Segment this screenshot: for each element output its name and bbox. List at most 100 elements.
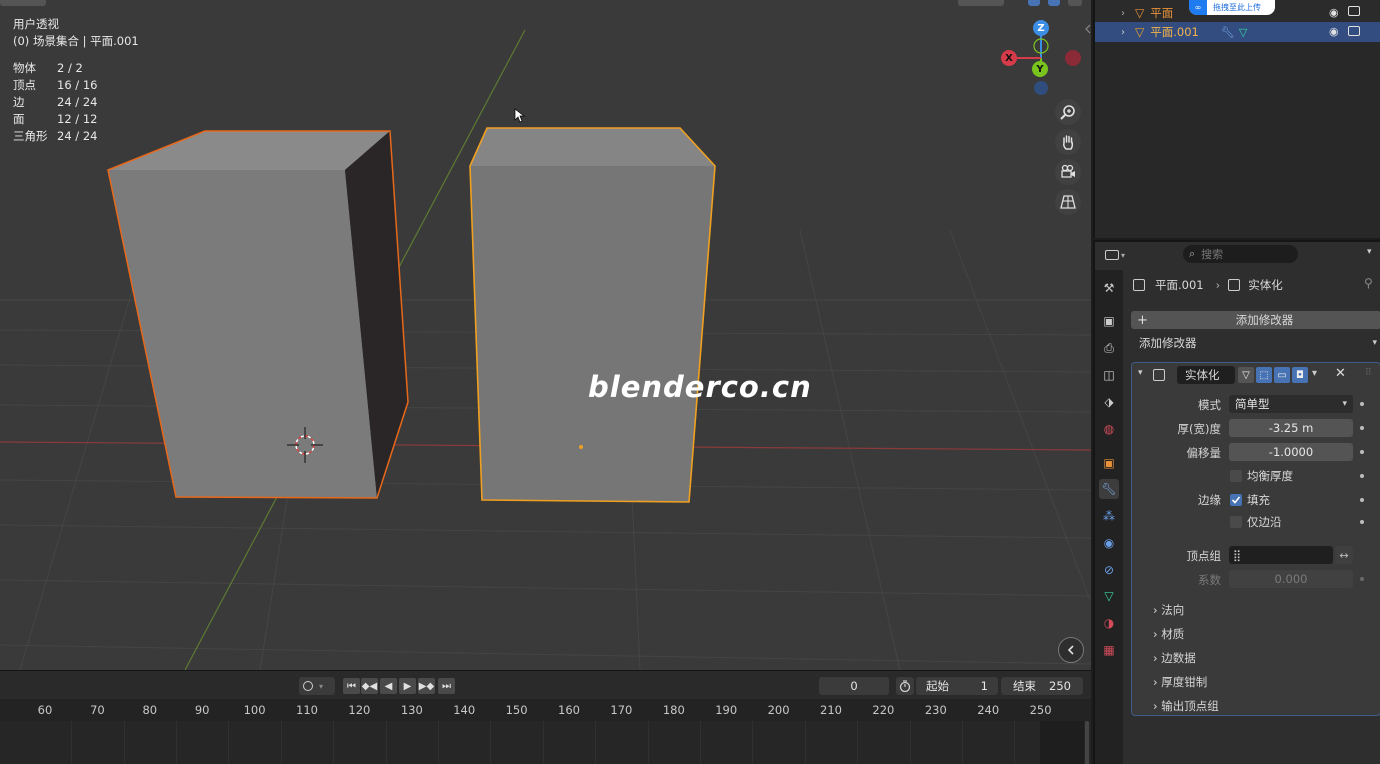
perspective-grid-icon[interactable] — [1055, 189, 1081, 215]
chevron-down-icon: ▾ — [1121, 250, 1126, 260]
tool-tab-icon[interactable]: ⚒ — [1099, 278, 1119, 298]
search-input[interactable]: ⌕ 搜索 — [1183, 245, 1298, 263]
search-icon: ⌕ — [1189, 247, 1196, 260]
fill-rim-checkbox[interactable] — [1230, 494, 1242, 506]
only-rim-checkbox[interactable] — [1230, 516, 1242, 528]
particles-tab-icon[interactable]: ⁂ — [1099, 506, 1119, 526]
upload-badge[interactable]: ∞ 拖拽至此上传 — [1189, 0, 1275, 15]
ruler-frame-label: 140 — [453, 703, 476, 717]
properties-editor[interactable]: ▾ ⌕ 搜索 ▾ ⚒ ▣ ⎙ ◫ ⬗ ◍ ▣ 🔧︎ ⁂ ◉ ⊘ ▽ ◑ ▦ 平面… — [1093, 240, 1380, 764]
world-tab-icon[interactable]: ◍ — [1099, 419, 1119, 439]
ruler-frame-label: 150 — [505, 703, 528, 717]
thickness-field[interactable]: -3.25 m — [1229, 419, 1353, 437]
keyframe-dot[interactable] — [1360, 450, 1364, 454]
expand-chevron-icon[interactable]: › — [1121, 27, 1125, 38]
object-icon — [1133, 279, 1145, 291]
keying-dropdown[interactable]: ▾ — [299, 677, 335, 695]
frame-ruler[interactable]: 60 70 80 90 100 110 120 130 140 150 160 170 180 190 20… — [0, 699, 1091, 721]
eye-visibility-icon[interactable]: ◉ — [1329, 6, 1339, 19]
subpanel-thickness-clamp[interactable]: › 厚度钳制 — [1153, 674, 1207, 690]
timeline-scrollbar[interactable] — [1085, 721, 1089, 764]
jump-to-start-button[interactable]: ⏮ — [343, 678, 360, 694]
output-tab-icon[interactable]: ⎙ — [1099, 338, 1119, 358]
modifier-name-field[interactable]: 实体化 — [1177, 366, 1235, 384]
view-layer-tab-icon[interactable]: ◫ — [1099, 365, 1119, 385]
expand-chevron-icon[interactable]: › — [1121, 8, 1125, 19]
keyframe-dot[interactable] — [1360, 577, 1364, 581]
header-fragment[interactable] — [0, 0, 46, 6]
keyframe-dot[interactable] — [1360, 498, 1364, 502]
editor-type-dropdown[interactable]: ▾ — [1105, 246, 1131, 264]
outliner[interactable]: › ▽ 平面 › ▽ 平面.001 🔧︎ ▽ ◉ ◉ ∞ 拖拽至此上传 — [1093, 0, 1380, 238]
edit-mode-toggle-icon[interactable]: ⬚ — [1256, 367, 1272, 383]
keyframe-dot[interactable] — [1360, 402, 1364, 406]
texture-tab-icon[interactable]: ▦ — [1099, 640, 1119, 660]
edit-mode-cage-icon[interactable]: ▽ — [1238, 367, 1254, 383]
stopwatch-icon[interactable] — [896, 677, 914, 695]
options-chevron-icon[interactable]: ▾ — [1367, 247, 1372, 257]
modifier-menu-chevron-icon[interactable]: ▾ — [1312, 368, 1317, 379]
remove-modifier-icon[interactable]: ✕ — [1335, 366, 1346, 381]
gizmo-x-button[interactable]: X — [1001, 50, 1017, 66]
gizmo-z-button[interactable]: Z — [1033, 20, 1049, 36]
collapse-sidebar-icon[interactable] — [1058, 637, 1084, 663]
camera-view-icon[interactable] — [1055, 159, 1081, 185]
jump-to-end-button[interactable]: ⏭ — [438, 678, 455, 694]
viewport-display-toggle-icon[interactable]: ▭ — [1274, 367, 1290, 383]
material-tab-icon[interactable]: ◑ — [1099, 613, 1119, 633]
timeline-track[interactable] — [0, 721, 1091, 764]
hand-pan-icon[interactable] — [1055, 129, 1081, 155]
frame-gridline — [333, 721, 335, 764]
only-rim-label: 仅边沿 — [1247, 515, 1282, 529]
scene-tab-icon[interactable]: ⬗ — [1099, 392, 1119, 412]
zoom-icon[interactable] — [1055, 99, 1081, 125]
factor-field[interactable]: 0.000 — [1229, 570, 1353, 588]
timeline-editor[interactable]: ▾ ⏮ ◆◀ ◀ ▶ ▶◆ ⏭ 0 起始 1 结束 250 60 70 80 90 10… — [0, 670, 1091, 764]
invert-vertex-group-icon[interactable]: ↔ — [1335, 546, 1353, 564]
add-modifier-menu[interactable]: 添加修改器 ▾ — [1131, 334, 1380, 352]
play-button[interactable]: ▶ — [399, 678, 416, 694]
sidebar-edge-arrow-icon[interactable] — [1084, 22, 1091, 36]
subpanel-edge-data[interactable]: › 边数据 — [1153, 650, 1196, 666]
constraints-tab-icon[interactable]: ⊘ — [1099, 560, 1119, 580]
offset-field[interactable]: -1.0000 — [1229, 443, 1353, 461]
mesh-data-icon[interactable]: ▽ — [1239, 26, 1247, 39]
data-tab-icon[interactable]: ▽ — [1099, 586, 1119, 606]
gizmo-y-button[interactable]: Y — [1032, 61, 1048, 77]
collapse-panel-icon[interactable]: ▾ — [1138, 368, 1143, 378]
eye-visibility-icon[interactable]: ◉ — [1329, 25, 1339, 38]
current-frame-field[interactable]: 0 — [819, 677, 889, 695]
modifier-tab-icon[interactable]: 🔧︎ — [1099, 479, 1119, 499]
subpanel-output-vertex-groups[interactable]: › 输出顶点组 — [1153, 698, 1219, 714]
pin-icon[interactable]: ⚲ — [1364, 276, 1373, 290]
keyframe-dot[interactable] — [1360, 520, 1364, 524]
header-toggle[interactable] — [1048, 0, 1060, 6]
even-thickness-checkbox[interactable] — [1230, 470, 1242, 482]
jump-prev-keyframe-button[interactable]: ◆◀ — [361, 678, 378, 694]
end-frame-field[interactable]: 结束 250 — [1001, 677, 1083, 695]
prev-keyframe-icon: ◆◀ — [361, 680, 378, 692]
subpanel-normals[interactable]: › 法向 — [1153, 602, 1184, 618]
wrench-modifier-icon[interactable]: 🔧︎ — [1221, 26, 1235, 39]
drag-handle-icon[interactable]: ⠿ — [1365, 368, 1372, 378]
physics-tab-icon[interactable]: ◉ — [1099, 533, 1119, 553]
frame-gridline — [1014, 721, 1016, 764]
mode-dropdown[interactable]: 简单型 ▾ — [1229, 395, 1353, 413]
camera-render-icon[interactable] — [1348, 6, 1360, 16]
start-frame-field[interactable]: 起始 1 — [916, 677, 998, 695]
vertex-group-field[interactable]: ⣿ — [1229, 546, 1333, 564]
header-fragment[interactable] — [1068, 0, 1082, 6]
subpanel-materials[interactable]: › 材质 — [1153, 626, 1184, 642]
jump-next-keyframe-button[interactable]: ▶◆ — [418, 678, 435, 694]
render-tab-icon[interactable]: ▣ — [1099, 311, 1119, 331]
render-toggle-icon[interactable]: ◘ — [1292, 367, 1308, 383]
keyframe-dot[interactable] — [1360, 474, 1364, 478]
keyframe-dot[interactable] — [1360, 426, 1364, 430]
object-tab-icon[interactable]: ▣ — [1099, 453, 1119, 473]
3d-viewport[interactable]: 用户透视 (0) 场景集合 | 平面.001 物体 2 / 2 顶点 16 / 16… — [0, 0, 1091, 670]
header-fragment[interactable] — [958, 0, 1004, 6]
header-toggle[interactable] — [1028, 0, 1040, 6]
play-reverse-button[interactable]: ◀ — [380, 678, 397, 694]
camera-render-icon[interactable] — [1348, 26, 1360, 36]
add-modifier-button[interactable]: + 添加修改器 — [1131, 311, 1380, 329]
